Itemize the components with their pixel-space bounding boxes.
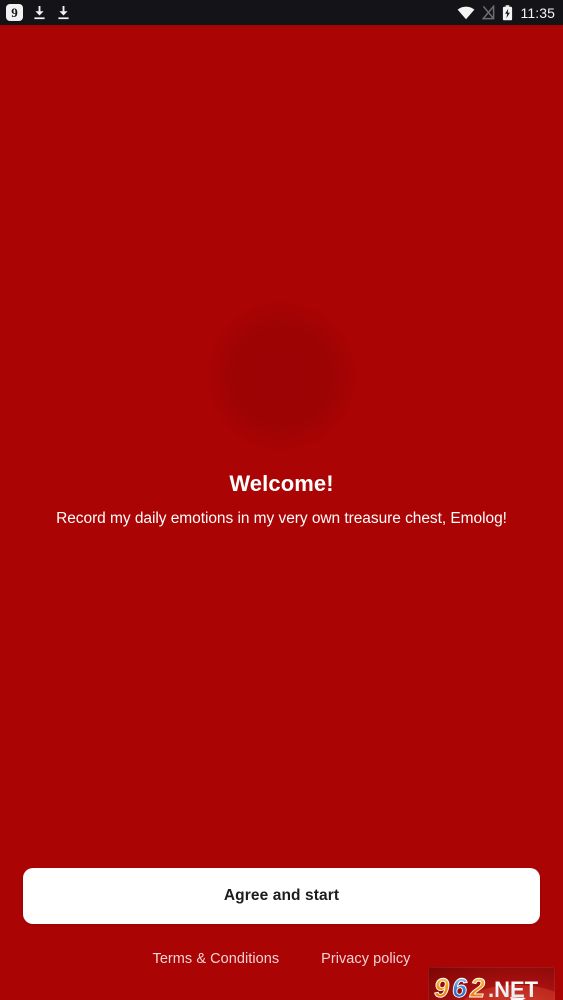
page-title: Welcome! — [229, 471, 334, 497]
wifi-icon — [457, 6, 474, 19]
download-icon — [58, 5, 69, 19]
status-bar-left-icons: 9 — [6, 4, 71, 21]
status-bar: 9 11:35 — [0, 0, 563, 25]
watermark-logo-icon: 9 6 2 .NET 乐游网 — [434, 973, 555, 1000]
main-content: Welcome! Record my daily emotions in my … — [0, 25, 563, 1000]
welcome-hero: Welcome! Record my daily emotions in my … — [0, 25, 563, 815]
page-subtitle: Record my daily emotions in my very own … — [56, 509, 507, 527]
privacy-policy-link[interactable]: Privacy policy — [321, 951, 410, 967]
svg-text:2: 2 — [469, 973, 485, 1000]
svg-text:.NET: .NET — [488, 977, 539, 1000]
notification-badge-9-icon: 9 — [6, 4, 23, 21]
agree-and-start-button[interactable]: Agree and start — [23, 868, 540, 924]
svg-text:9: 9 — [434, 973, 449, 1000]
footer-links: Terms & Conditions Privacy policy — [0, 951, 563, 967]
terms-and-conditions-link[interactable]: Terms & Conditions — [153, 951, 280, 967]
battery-charging-icon — [502, 4, 512, 20]
app-logo-orb-icon — [216, 311, 347, 442]
status-bar-right-icons: 11:35 — [457, 4, 556, 21]
status-bar-clock: 11:35 — [520, 4, 555, 21]
site-watermark-962net: 9 6 2 .NET 乐游网 — [428, 967, 555, 1000]
svg-text:6: 6 — [452, 973, 468, 1000]
phone-screen: 9 11:35 Welcome! Record my daily emotion… — [0, 0, 563, 1000]
download-icon — [34, 5, 45, 19]
signal-off-icon — [481, 5, 494, 20]
